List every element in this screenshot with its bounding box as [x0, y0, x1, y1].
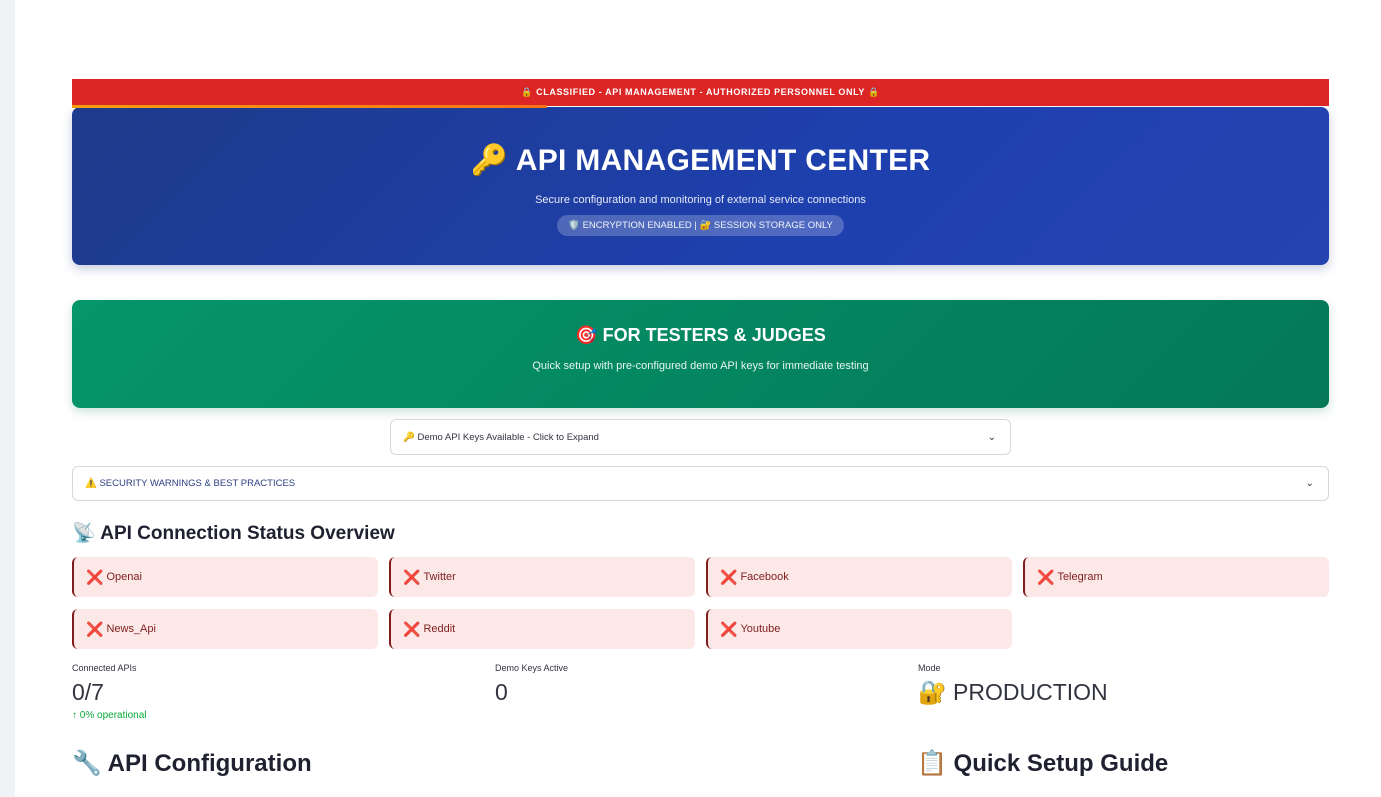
status-card-label: Facebook	[740, 571, 789, 583]
metric-label: Connected APIs	[72, 663, 137, 673]
status-card-label: News_Api	[106, 623, 156, 635]
status-card-openai: ❌ Openai	[72, 557, 378, 597]
x-icon: ❌	[403, 568, 421, 585]
metric-connected-apis: Connected APIs 0/7 ↑ 0% operational	[72, 663, 147, 721]
status-card-label: Twitter	[423, 571, 456, 583]
metric-value: 🔐 PRODUCTION	[918, 679, 1108, 705]
security-warnings-expander[interactable]: ⚠️ SECURITY WARNINGS & BEST PRACTICES ⌄	[72, 466, 1329, 501]
quick-setup-guide-heading: 📋 Quick Setup Guide	[917, 750, 1169, 777]
status-card-youtube: ❌ Youtube	[706, 609, 1012, 649]
metric-label: Demo Keys Active	[495, 663, 569, 673]
status-card-telegram: ❌ Telegram	[1023, 557, 1329, 597]
security-badge: 🛡️ ENCRYPTION ENABLED | 🔐 SESSION STORAG…	[557, 215, 844, 236]
api-configuration-heading: 🔧 API Configuration	[72, 750, 312, 777]
status-card-facebook: ❌ Facebook	[706, 557, 1012, 597]
chevron-down-icon: ⌄	[1305, 478, 1314, 489]
hero-subtitle: Secure configuration and monitoring of e…	[535, 194, 866, 206]
metric-value: 0/7	[72, 679, 104, 705]
status-card-label: Reddit	[423, 623, 456, 635]
testers-panel: 🎯 FOR TESTERS & JUDGES Quick setup with …	[72, 300, 1329, 408]
status-overview-heading: 📡 API Connection Status Overview	[72, 523, 395, 544]
x-icon: ❌	[720, 620, 738, 637]
metric-demo-keys: Demo Keys Active 0	[495, 663, 568, 706]
metric-delta-text: 0% operational	[79, 710, 147, 721]
testers-title: 🎯 FOR TESTERS & JUDGES	[575, 325, 826, 345]
demo-keys-expander-label: 🔑 Demo API Keys Available - Click to Exp…	[403, 431, 599, 443]
status-card-label: Youtube	[740, 623, 781, 635]
arrow-up-icon: ↑	[72, 710, 77, 721]
x-icon: ❌	[86, 620, 104, 637]
x-icon: ❌	[86, 568, 104, 585]
status-card-reddit: ❌ Reddit	[389, 609, 695, 649]
x-icon: ❌	[720, 568, 738, 585]
metric-value: 0	[495, 679, 508, 705]
demo-keys-expander[interactable]: 🔑 Demo API Keys Available - Click to Exp…	[390, 419, 1011, 455]
classified-text: 🔒 CLASSIFIED - API MANAGEMENT - AUTHORIZ…	[521, 87, 880, 97]
metric-delta: ↑ 0% operational	[72, 710, 147, 721]
main-content: 🔒 CLASSIFIED - API MANAGEMENT - AUTHORIZ…	[72, 79, 1329, 777]
chevron-down-icon: ⌄	[987, 431, 996, 443]
x-icon: ❌	[1037, 568, 1055, 585]
status-card-label: Telegram	[1057, 571, 1103, 583]
progress-bar	[72, 105, 547, 108]
status-card-twitter: ❌ Twitter	[389, 557, 695, 597]
testers-subtitle: Quick setup with pre-configured demo API…	[532, 360, 869, 372]
metric-label: Mode	[918, 663, 941, 673]
status-card-label: Openai	[106, 571, 142, 583]
x-icon: ❌	[403, 620, 421, 637]
classified-banner: 🔒 CLASSIFIED - API MANAGEMENT - AUTHORIZ…	[72, 79, 1329, 108]
status-card-news-api: ❌ News_Api	[72, 609, 378, 649]
hero-panel: 🔑 API MANAGEMENT CENTER Secure configura…	[72, 107, 1329, 265]
sidebar-rail	[0, 0, 15, 797]
security-warnings-expander-label: ⚠️ SECURITY WARNINGS & BEST PRACTICES	[85, 478, 296, 489]
page-title: 🔑 API MANAGEMENT CENTER	[470, 144, 931, 177]
metric-mode: Mode 🔐 PRODUCTION	[918, 663, 1108, 706]
